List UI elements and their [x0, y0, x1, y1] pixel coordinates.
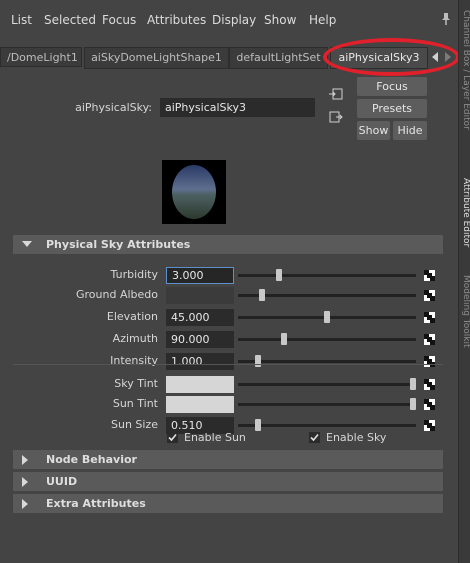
sun-tint-label: Sun Tint	[112, 397, 158, 410]
sun-size-label: Sun Size	[110, 418, 158, 431]
sun-tint-slider-handle[interactable]	[410, 398, 416, 410]
enable-sky-label: Enable Sky	[326, 431, 387, 444]
tab-scroll-left-icon[interactable]	[432, 52, 438, 62]
show-button[interactable]: Show	[357, 121, 390, 140]
node-name-field[interactable]: aiPhysicalSky3	[160, 98, 315, 117]
map-texture-icon[interactable]	[424, 356, 435, 367]
tab-domelight[interactable]: /DomeLight1	[0, 47, 82, 67]
map-texture-icon[interactable]	[424, 399, 435, 410]
azimuth-field[interactable]: 90.000	[166, 331, 234, 348]
section-extra-attributes[interactable]: Extra Attributes	[13, 494, 443, 513]
elevation-field[interactable]: 45.000	[166, 309, 234, 326]
pin-icon[interactable]	[440, 12, 452, 26]
turbidity-field[interactable]: 3.000	[166, 267, 234, 284]
divider	[13, 364, 443, 365]
sun-size-slider-handle[interactable]	[255, 419, 261, 431]
sun-size-slider-track[interactable]	[238, 424, 416, 427]
tab-scroll-right-icon[interactable]	[445, 52, 451, 62]
menu-attributes[interactable]: Attributes	[147, 13, 206, 27]
map-texture-icon[interactable]	[424, 379, 435, 390]
menu-list[interactable]: List	[11, 13, 32, 27]
turbidity-slider-track[interactable]	[238, 274, 416, 277]
map-texture-icon[interactable]	[424, 290, 435, 301]
sun-tint-color-swatch[interactable]	[166, 396, 234, 413]
expand-arrow-icon	[22, 455, 28, 465]
section-uuid[interactable]: UUID	[13, 472, 443, 491]
checkmark-icon	[168, 433, 177, 442]
output-connection-icon[interactable]	[329, 111, 343, 123]
enable-sun-label: Enable Sun	[184, 431, 246, 444]
section-title: Extra Attributes	[46, 497, 146, 510]
sky-tint-label: Sky Tint	[114, 377, 158, 390]
ground-albedo-slider-handle[interactable]	[259, 289, 265, 301]
sun-tint-slider-track[interactable]	[238, 403, 416, 406]
section-node-behavior[interactable]: Node Behavior	[13, 450, 443, 469]
tab-skydome-light-shape[interactable]: aiSkyDomeLightShape1	[84, 47, 229, 69]
presets-button[interactable]: Presets	[357, 99, 427, 118]
expand-arrow-icon	[22, 477, 28, 487]
tab-default-light-set[interactable]: defaultLightSet	[229, 47, 328, 69]
sky-preview-swatch	[162, 160, 226, 224]
map-texture-icon[interactable]	[424, 334, 435, 345]
section-title: Physical Sky Attributes	[46, 238, 191, 251]
sky-tint-slider-handle[interactable]	[410, 378, 416, 390]
node-tab-bar: /DomeLight1 aiSkyDomeLightShape1 default…	[0, 43, 458, 69]
menu-help[interactable]: Help	[309, 13, 336, 27]
elevation-slider-handle[interactable]	[324, 311, 330, 323]
sky-tint-slider-track[interactable]	[238, 383, 416, 386]
ground-albedo-color-swatch[interactable]	[166, 287, 234, 304]
elevation-label: Elevation	[106, 310, 158, 323]
azimuth-slider-track[interactable]	[238, 338, 416, 341]
collapse-arrow-icon	[22, 241, 32, 247]
menu-display[interactable]: Display	[212, 13, 256, 27]
menu-selected[interactable]: Selected	[44, 13, 96, 27]
menu-bar: List Selected Focus Attributes Display S…	[0, 0, 458, 40]
sky-tint-color-swatch[interactable]	[166, 376, 234, 393]
menu-focus[interactable]: Focus	[102, 13, 136, 27]
side-tab-channel-box[interactable]: Channel Box / Layer Editor	[459, 10, 470, 130]
map-texture-icon[interactable]	[424, 312, 435, 323]
hide-button[interactable]: Hide	[393, 121, 427, 140]
focus-button[interactable]: Focus	[357, 77, 427, 96]
enable-sun-checkbox[interactable]	[167, 432, 178, 443]
side-tab-strip: Channel Box / Layer Editor Attribute Edi…	[458, 0, 470, 563]
input-connection-icon[interactable]	[329, 88, 343, 100]
turbidity-slider-handle[interactable]	[276, 269, 282, 281]
intensity-label: Intensity	[110, 354, 158, 367]
azimuth-slider-handle[interactable]	[281, 333, 287, 345]
azimuth-label: Azimuth	[112, 332, 158, 345]
side-tab-modeling-toolkit[interactable]: Modeling Toolkit	[459, 275, 470, 348]
menu-show[interactable]: Show	[264, 13, 296, 27]
enable-sky-checkbox[interactable]	[309, 432, 320, 443]
map-texture-icon[interactable]	[424, 420, 435, 431]
expand-arrow-icon	[22, 499, 28, 509]
side-tab-attribute-editor[interactable]: Attribute Editor	[459, 178, 470, 247]
intensity-slider-handle[interactable]	[255, 355, 261, 367]
turbidity-label: Turbidity	[110, 268, 158, 281]
section-title: Node Behavior	[46, 453, 137, 466]
map-texture-icon[interactable]	[424, 270, 435, 281]
sky-sphere-icon	[172, 165, 216, 219]
intensity-slider-track[interactable]	[238, 360, 416, 363]
section-physical-sky[interactable]: Physical Sky Attributes	[13, 235, 443, 254]
node-name-label: aiPhysicalSky:	[75, 101, 152, 114]
ground-albedo-label: Ground Albedo	[75, 288, 158, 301]
intensity-field[interactable]: 1.000	[166, 353, 234, 370]
section-title: UUID	[46, 475, 78, 488]
tab-ai-physical-sky[interactable]: aiPhysicalSky3	[330, 47, 428, 69]
checkmark-icon	[310, 433, 319, 442]
